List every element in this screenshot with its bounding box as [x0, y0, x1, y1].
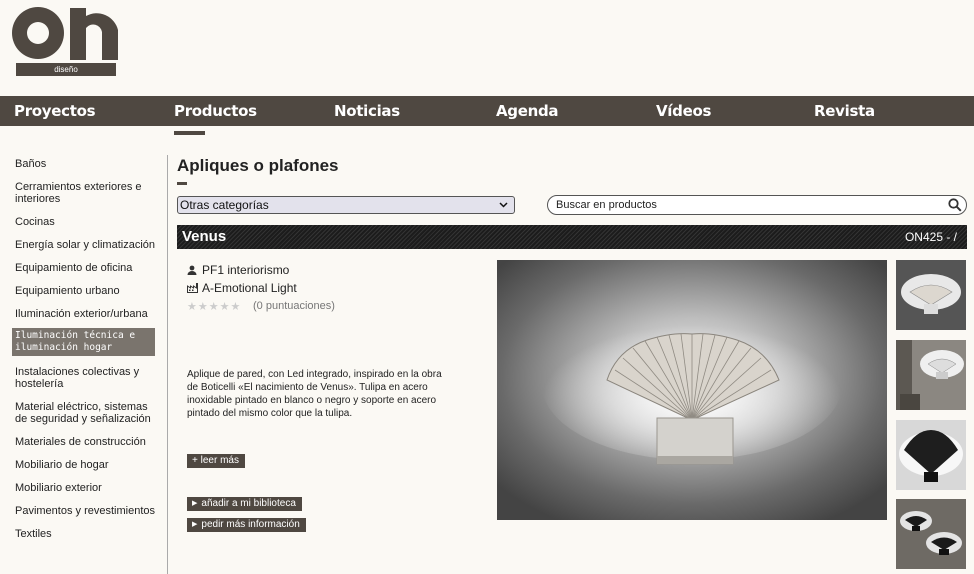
sidebar-item-banos[interactable]: Baños: [15, 158, 160, 170]
chevron-down-icon: [499, 197, 508, 219]
search-box: [547, 195, 967, 215]
product-name: Venus: [182, 228, 227, 245]
product-manufacturer[interactable]: A-Emotional Light: [187, 281, 297, 296]
read-more-button[interactable]: + leer más: [187, 454, 245, 468]
thumbnail-1[interactable]: [896, 260, 966, 330]
add-to-library-button[interactable]: ▶ añadir a mi biblioteca: [187, 497, 302, 511]
nav-agenda[interactable]: Agenda: [496, 96, 559, 126]
sidebar-item-iluminacion-tecnica[interactable]: Iluminación técnica e iluminación hogar: [12, 328, 155, 356]
nav-videos[interactable]: Vídeos: [656, 96, 711, 126]
request-info-label: pedir más información: [201, 519, 300, 530]
arrow-right-icon: ▶: [192, 521, 198, 528]
main-nav: Proyectos Productos Noticias Agenda Víde…: [0, 96, 974, 126]
product-description: Aplique de pared, con Led integrado, ins…: [187, 369, 442, 419]
thumbnail-3[interactable]: [896, 420, 966, 490]
request-info-button[interactable]: ▶ pedir más información: [187, 518, 306, 532]
logo-mark: [12, 7, 118, 60]
sidebar-item-urbano[interactable]: Equipamiento urbano: [15, 285, 160, 297]
product-designer-name: PF1 interiorismo: [202, 263, 290, 277]
sidebar-item-textiles[interactable]: Textiles: [15, 528, 160, 540]
sidebar-item-iluminacion-exterior[interactable]: Iluminación exterior/urbana: [15, 308, 160, 320]
sidebar-item-cerramientos[interactable]: Cerramientos exteriores e interiores: [15, 181, 160, 205]
add-to-library-label: añadir a mi biblioteca: [201, 498, 296, 509]
sidebar-item-material-electrico[interactable]: Material eléctrico, sistemas de segurida…: [15, 401, 160, 425]
sidebar-item-materiales[interactable]: Materiales de construcción: [15, 436, 160, 448]
product-code: ON425 - /: [904, 230, 957, 244]
search-icon[interactable]: [948, 198, 962, 212]
sidebar-item-mobiliario-exterior[interactable]: Mobiliario exterior: [15, 482, 160, 494]
thumbnail-4[interactable]: [896, 499, 966, 569]
search-input[interactable]: [556, 198, 936, 212]
sidebar-item-energia[interactable]: Energía solar y climatización: [15, 239, 160, 251]
user-icon: [187, 264, 199, 278]
sidebar-item-pavimentos[interactable]: Pavimentos y revestimientos: [15, 505, 160, 517]
sidebar-divider: [167, 155, 168, 574]
nav-active-indicator: [174, 131, 205, 135]
nav-proyectos[interactable]: Proyectos: [14, 96, 96, 126]
sidebar-item-instalaciones[interactable]: Instalaciones colectivas y hostelería: [15, 366, 160, 390]
nav-revista[interactable]: Revista: [814, 96, 875, 126]
factory-icon: [187, 282, 199, 296]
thumbnail-2[interactable]: [896, 340, 966, 410]
category-select[interactable]: Otras categorías: [177, 196, 515, 214]
sidebar-item-cocinas[interactable]: Cocinas: [15, 216, 160, 228]
arrow-right-icon: ▶: [192, 500, 198, 507]
sidebar-item-oficina[interactable]: Equipamiento de oficina: [15, 262, 160, 274]
rating-count: (0 puntuaciones): [253, 300, 335, 312]
site-logo[interactable]: diseño: [12, 4, 118, 76]
category-select-value: Otras categorías: [180, 198, 269, 212]
logo-subtitle: diseño: [16, 63, 116, 76]
product-manufacturer-name: A-Emotional Light: [202, 281, 297, 295]
product-main-image[interactable]: [497, 260, 887, 520]
rating-stars[interactable]: ★★★★★: [187, 300, 241, 313]
nav-noticias[interactable]: Noticias: [334, 96, 400, 126]
product-designer[interactable]: PF1 interiorismo: [187, 263, 289, 278]
nav-productos[interactable]: Productos: [174, 96, 257, 126]
sidebar-item-mobiliario-hogar[interactable]: Mobiliario de hogar: [15, 459, 160, 471]
product-header-bar: Venus ON425 - /: [177, 225, 967, 249]
page-title: Apliques o plafones: [177, 156, 339, 175]
title-underline: [177, 182, 187, 185]
